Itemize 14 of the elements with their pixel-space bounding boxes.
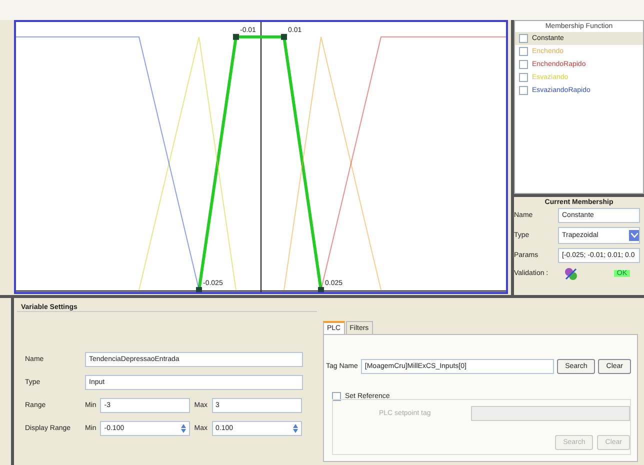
point-handle[interactable]: [233, 34, 239, 40]
spinner-icon: [292, 424, 298, 433]
spinner-icon: [181, 424, 186, 433]
point-handle[interactable]: [318, 286, 324, 292]
point-handle[interactable]: [196, 286, 202, 292]
dropdown-icon: [629, 230, 639, 241]
point-handle[interactable]: [281, 34, 287, 40]
validation-icon: [564, 266, 578, 281]
checkbox[interactable]: [519, 86, 528, 95]
checkbox[interactable]: [519, 72, 528, 82]
setpoint-field[interactable]: [470, 406, 630, 421]
checkbox[interactable]: [519, 60, 528, 69]
checkbox[interactable]: [519, 34, 528, 43]
checkbox[interactable]: [519, 46, 528, 56]
